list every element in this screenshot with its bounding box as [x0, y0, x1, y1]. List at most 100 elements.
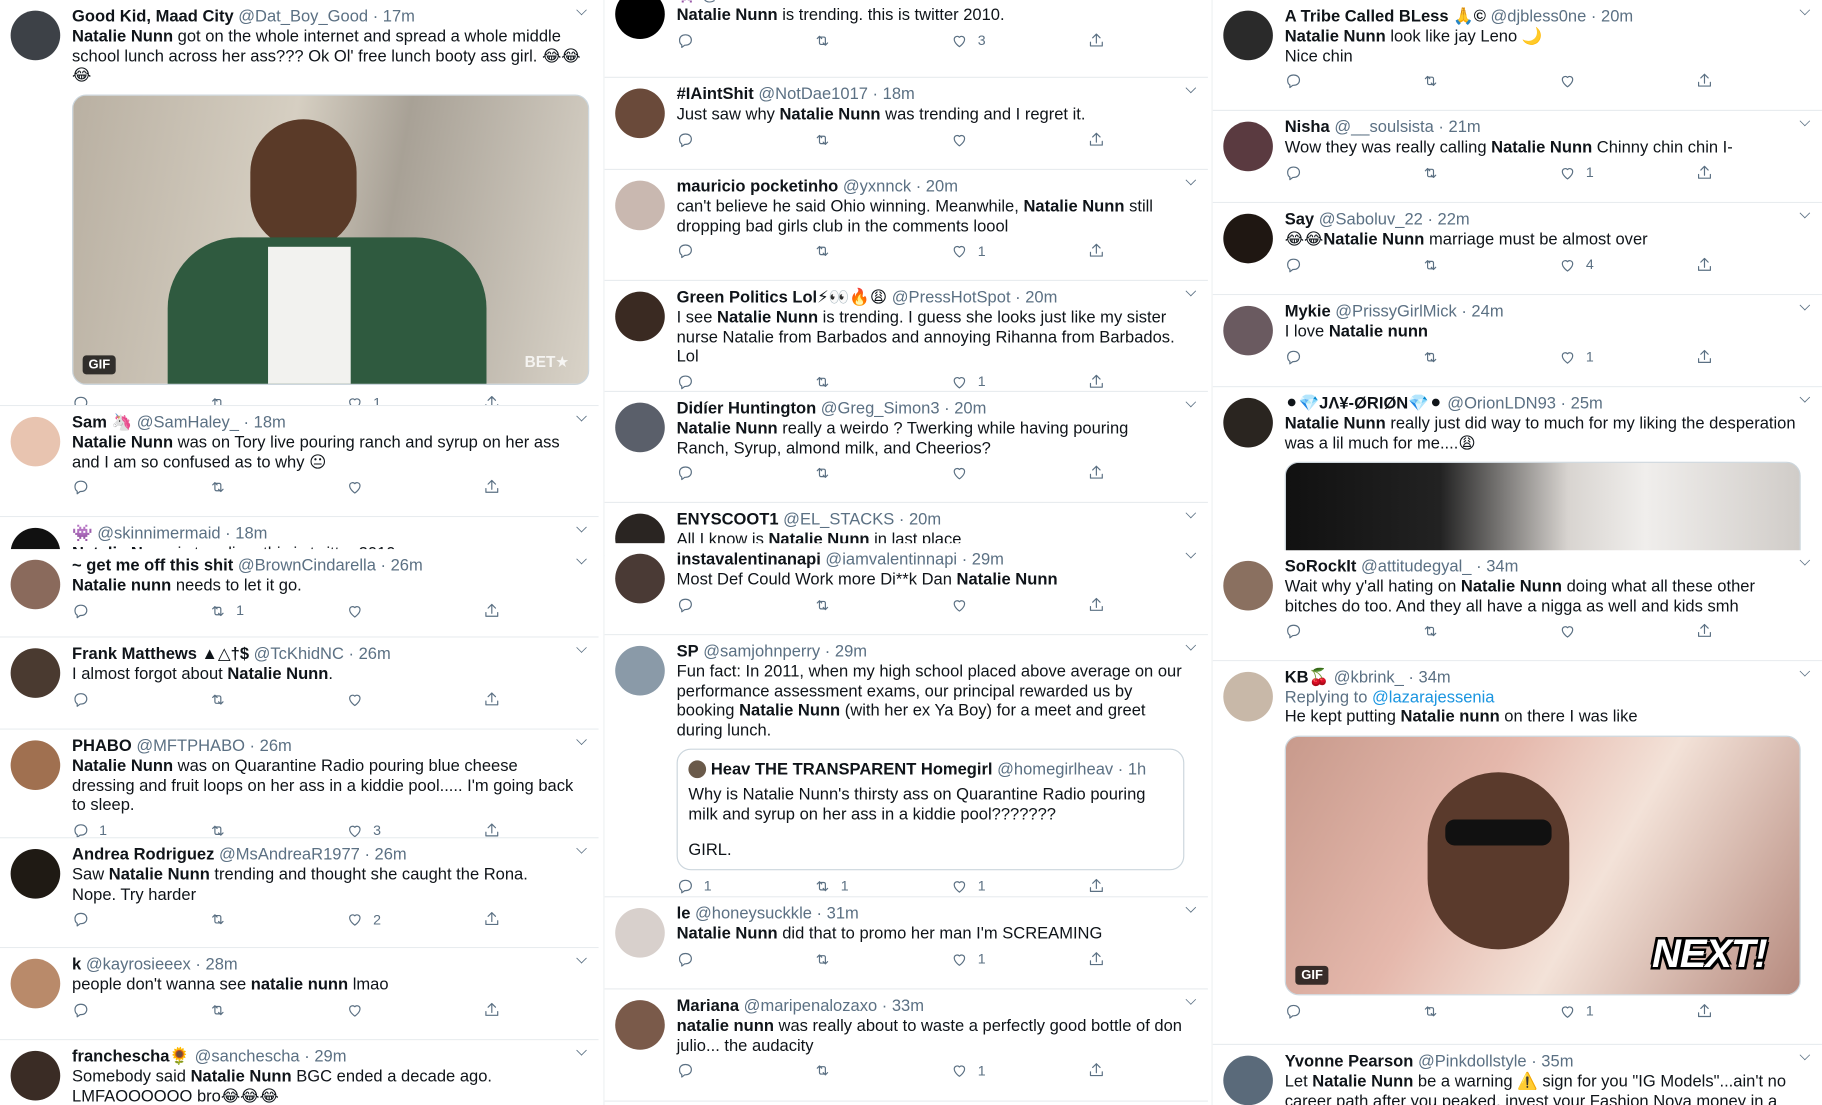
quoted-tweet[interactable]: Heav THE TRANSPARENT Homegirl @homegirlh…: [676, 748, 1185, 870]
display-name[interactable]: Say: [1285, 209, 1314, 228]
chevron-down-icon[interactable]: [1185, 507, 1197, 519]
user-handle[interactable]: @__soulsista: [1334, 117, 1434, 136]
reply-button[interactable]: [677, 950, 695, 968]
share-button[interactable]: [1088, 242, 1106, 260]
tweet[interactable]: instavalentinanapi @iamvalentinnapi · 29…: [604, 543, 1208, 636]
timestamp[interactable]: · 18m: [225, 523, 267, 542]
avatar[interactable]: [1223, 397, 1273, 448]
retweet-button[interactable]: [814, 31, 832, 49]
retweet-button[interactable]: [814, 596, 832, 614]
like-button[interactable]: 1: [1559, 164, 1594, 182]
like-button[interactable]: 1: [951, 950, 986, 968]
chevron-down-icon[interactable]: [1185, 82, 1197, 94]
display-name[interactable]: mauricio pocketinho: [677, 176, 839, 195]
timestamp[interactable]: · 29m: [962, 549, 1004, 568]
chevron-down-icon[interactable]: [1799, 666, 1811, 677]
reply-button[interactable]: [72, 910, 90, 928]
chevron-down-icon[interactable]: [1799, 392, 1811, 403]
timestamp[interactable]: · 29m: [304, 1046, 346, 1065]
avatar[interactable]: [615, 291, 665, 342]
display-name[interactable]: A Tribe Called BLess 🙏©: [1285, 6, 1486, 25]
share-button[interactable]: [1088, 950, 1106, 968]
share-button[interactable]: [483, 478, 501, 496]
display-name[interactable]: k: [72, 954, 81, 973]
display-name[interactable]: Nisha: [1285, 117, 1330, 136]
reply-button[interactable]: 1: [677, 877, 712, 895]
tweet[interactable]: ~ get me off this shit @BrownCindarella …: [0, 549, 599, 638]
display-name[interactable]: Green Politics Lol⚡👀🔥😩: [677, 287, 888, 306]
avatar[interactable]: [1223, 671, 1273, 722]
chevron-down-icon[interactable]: [1185, 396, 1197, 408]
user-handle[interactable]: @Pinkdollstyle: [1418, 1051, 1527, 1070]
chevron-down-icon[interactable]: [1799, 299, 1811, 311]
share-button[interactable]: [1088, 877, 1106, 895]
user-handle[interactable]: @djbless0ne: [1491, 6, 1587, 25]
timestamp[interactable]: · 26m: [348, 644, 390, 663]
avatar[interactable]: [10, 416, 61, 467]
avatar[interactable]: [615, 402, 665, 453]
reply-button[interactable]: [677, 464, 695, 482]
retweet-button[interactable]: [814, 1062, 832, 1080]
chevron-down-icon[interactable]: [576, 553, 587, 565]
tweet[interactable]: Didíer Huntington @Greg_Simon3 · 20m Nat…: [604, 392, 1208, 504]
retweet-button[interactable]: [209, 690, 227, 708]
user-handle[interactable]: @Saboluv_22: [1319, 209, 1423, 228]
user-handle[interactable]: @skinnimermaid: [97, 523, 220, 542]
user-handle[interactable]: @sanchescha: [195, 1046, 300, 1065]
chevron-down-icon[interactable]: [576, 410, 587, 422]
share-button[interactable]: [1696, 164, 1714, 182]
tweet[interactable]: franchescha🌻 @sanchescha · 29m Somebody …: [0, 1040, 599, 1105]
display-name[interactable]: franchescha🌻: [72, 1046, 190, 1065]
reply-button[interactable]: [72, 394, 90, 406]
retweet-button[interactable]: [1422, 622, 1440, 640]
display-name[interactable]: instavalentinanapi: [677, 549, 821, 568]
like-button[interactable]: 3: [346, 821, 381, 837]
retweet-button[interactable]: [814, 130, 832, 148]
display-name[interactable]: ~ get me off this shit: [72, 555, 233, 574]
share-button[interactable]: [1696, 256, 1714, 274]
tweet[interactable]: SoRockIt @attitudegyal_ · 34m Wait why y…: [1212, 550, 1822, 662]
user-handle[interactable]: @MsAndreaR1977: [219, 844, 360, 863]
reply-button[interactable]: [72, 478, 90, 496]
avatar[interactable]: [10, 848, 61, 899]
share-button[interactable]: [1088, 130, 1106, 148]
avatar[interactable]: [615, 645, 665, 696]
timestamp[interactable]: · 21m: [1438, 117, 1480, 136]
retweet-button[interactable]: [814, 950, 832, 968]
avatar[interactable]: [10, 10, 61, 61]
avatar[interactable]: [615, 908, 665, 958]
user-handle[interactable]: @Dat_Boy_Good: [238, 6, 368, 25]
user-handle[interactable]: @Greg_Simon3: [821, 398, 940, 417]
timestamp[interactable]: · 34m: [1476, 556, 1518, 575]
avatar[interactable]: [615, 0, 665, 39]
reply-button[interactable]: [677, 130, 695, 148]
tweet[interactable]: KB🍒 @kbrink_ · 34m Replying to @lazaraje…: [1212, 661, 1822, 1046]
retweet-button[interactable]: 1: [814, 877, 849, 895]
user-handle[interactable]: @kayrosieeex: [86, 954, 191, 973]
timestamp[interactable]: · 26m: [380, 555, 422, 574]
like-button[interactable]: 2: [346, 910, 381, 928]
chevron-down-icon[interactable]: [1799, 1049, 1811, 1061]
user-handle[interactable]: @samjohnperry: [703, 641, 820, 660]
share-button[interactable]: [1088, 31, 1106, 49]
gif-media[interactable]: GIF BET★: [72, 93, 590, 385]
chevron-down-icon[interactable]: [576, 521, 587, 533]
tweet[interactable]: Say @Saboluv_22 · 22m 😂😂Natalie Nunn mar…: [1212, 203, 1822, 296]
timestamp[interactable]: · 20m: [944, 398, 986, 417]
share-button[interactable]: [1696, 622, 1714, 640]
display-name[interactable]: Frank Matthews ▲△†$: [72, 644, 249, 663]
timestamp[interactable]: · 31m: [817, 903, 859, 922]
retweet-button[interactable]: [1422, 164, 1440, 182]
tweet[interactable]: Yvonne Pearson @Pinkdollstyle · 35m Let …: [1212, 1045, 1822, 1105]
share-button[interactable]: [1696, 1002, 1714, 1020]
reply-button[interactable]: [1285, 256, 1303, 274]
like-button[interactable]: [951, 130, 969, 148]
tweet[interactable]: Frank Matthews ▲△†$ @TcKhidNC · 26m I al…: [0, 637, 599, 730]
display-name[interactable]: Good Kid, Maad City: [72, 6, 234, 25]
reply-button[interactable]: [1285, 1002, 1303, 1020]
retweet-button[interactable]: [1422, 348, 1440, 366]
user-handle[interactable]: @attitudegyal_: [1361, 556, 1472, 575]
display-name[interactable]: #IAintShit: [677, 84, 754, 103]
like-button[interactable]: 1: [346, 394, 381, 406]
like-button[interactable]: [346, 602, 364, 620]
